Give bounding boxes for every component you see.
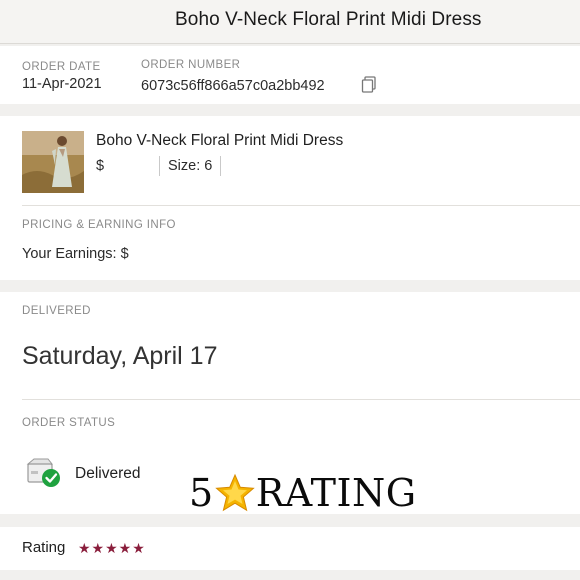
order-status-value: Delivered — [75, 465, 141, 482]
delivered-section-label: DELIVERED — [22, 305, 91, 317]
delivered-date: Saturday, April 17 — [22, 342, 218, 370]
order-status-label: ORDER STATUS — [22, 417, 116, 429]
order-date-value: 11-Apr-2021 — [22, 76, 102, 92]
rating-card: Rating ★★★★★ — [0, 527, 580, 570]
order-number-label: ORDER NUMBER — [141, 59, 241, 71]
delivered-check-icon — [26, 458, 60, 487]
item-size: Size: 6 — [168, 158, 213, 174]
order-number-value[interactable]: 6073c56ff866a57c0a2bb492 — [141, 78, 325, 94]
rating-overlay-caption: 5 RATING — [189, 470, 417, 516]
item-meta: $ Size: 6 — [96, 156, 222, 176]
rating-stars: ★★★★★ — [78, 540, 146, 556]
copy-icon[interactable] — [361, 76, 377, 93]
divider — [22, 205, 580, 206]
item-price: $ — [96, 158, 105, 174]
order-date-label: ORDER DATE — [22, 61, 101, 73]
order-info-card: ORDER DATE 11-Apr-2021 ORDER NUMBER 6073… — [0, 46, 580, 104]
page-title: Boho V-Neck Floral Print Midi Dress — [175, 9, 482, 30]
star-icon — [214, 473, 255, 512]
divider — [22, 399, 580, 400]
item-and-pricing-card: Boho V-Neck Floral Print Midi Dress $ Si… — [0, 116, 580, 280]
rating-label: Rating — [22, 539, 66, 556]
your-earnings[interactable]: Your Earnings: $ — [22, 246, 129, 262]
app-header: Boho V-Neck Floral Print Midi Dress — [0, 0, 580, 44]
overlay-rating-number: 5 — [189, 471, 214, 515]
item-title[interactable]: Boho V-Neck Floral Print Midi Dress — [96, 132, 343, 150]
dress-photo[interactable] — [22, 131, 84, 193]
meta-separator — [220, 156, 222, 176]
pricing-section-label: PRICING & EARNING INFO — [22, 219, 176, 231]
overlay-rating-word: RATING — [255, 471, 417, 515]
